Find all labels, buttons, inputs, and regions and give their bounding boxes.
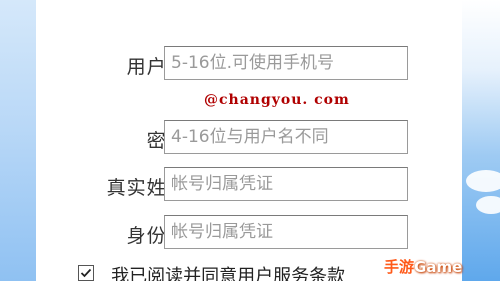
agreement-prefix: 我已阅读并同意 <box>111 266 238 281</box>
real-name-row: 真实姓名: <box>36 167 462 203</box>
id-card-row: 身份证: <box>36 215 462 251</box>
agreement-checkbox[interactable] <box>78 265 94 281</box>
background-right <box>462 0 500 281</box>
watermark-logo: 手游Game <box>384 256 462 277</box>
agreement-text: 我已阅读并同意用户服务条款 <box>111 262 345 281</box>
email-domain-hint: @changyou. com <box>204 92 350 108</box>
background-left <box>0 0 36 281</box>
cloud-decoration <box>466 170 500 192</box>
watermark-accent: 手游 <box>384 258 415 276</box>
username-row: 用户名: <box>36 46 462 82</box>
checkmark-icon <box>80 268 92 278</box>
agreement-row: 我已阅读并同意用户服务条款 <box>78 262 345 281</box>
id-card-input[interactable] <box>164 215 408 249</box>
username-input[interactable] <box>164 46 408 80</box>
real-name-input[interactable] <box>164 167 408 201</box>
password-row: 密码: <box>36 120 462 156</box>
watermark-rest: Game <box>414 258 463 276</box>
cloud-decoration <box>476 196 500 214</box>
registration-form: 用户名: @changyou. com 密码: 真实姓名: 身份证: <box>36 0 462 281</box>
terms-link[interactable]: 用户服务条款 <box>237 266 345 281</box>
password-input[interactable] <box>164 120 408 154</box>
